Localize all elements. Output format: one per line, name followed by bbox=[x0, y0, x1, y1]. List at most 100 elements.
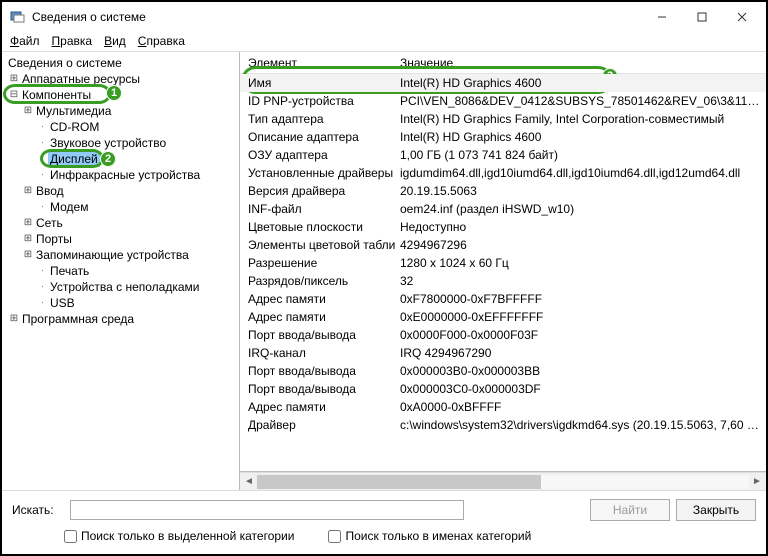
grid-row[interactable]: Разрешение1280 x 1024 x 60 Гц bbox=[240, 254, 766, 272]
cell-element: Адрес памяти bbox=[240, 310, 396, 324]
menu-view[interactable]: Вид bbox=[104, 34, 126, 48]
tree-input[interactable]: ⊞Ввод bbox=[6, 183, 239, 199]
tree-problem-devices[interactable]: ·Устройства с неполадками bbox=[6, 279, 239, 295]
cell-value: 4294967296 bbox=[396, 238, 766, 252]
grid-row[interactable]: Цветовые плоскостиНедоступно bbox=[240, 218, 766, 236]
cell-element: Порт ввода/вывода bbox=[240, 328, 396, 342]
tree-components[interactable]: ⊟Компоненты 1 bbox=[6, 87, 239, 103]
expand-icon[interactable]: ⊞ bbox=[22, 215, 34, 231]
minimize-button[interactable] bbox=[642, 3, 682, 31]
horizontal-scrollbar[interactable]: ◄ ► bbox=[240, 472, 766, 490]
cell-value: 20.19.15.5063 bbox=[396, 184, 766, 198]
scroll-left-icon[interactable]: ◄ bbox=[241, 476, 257, 487]
close-button[interactable] bbox=[722, 3, 762, 31]
tree-infrared[interactable]: ·Инфракрасные устройства bbox=[6, 167, 239, 183]
tree-usb[interactable]: ·USB bbox=[6, 295, 239, 311]
grid-row[interactable]: Адрес памяти0xA0000-0xBFFFF bbox=[240, 398, 766, 416]
scroll-thumb[interactable] bbox=[257, 475, 541, 489]
search-input[interactable] bbox=[70, 500, 464, 520]
checkbox-selected-category-input[interactable] bbox=[64, 530, 77, 543]
cell-element: Разрядов/пиксель bbox=[240, 274, 396, 288]
collapse-icon[interactable]: ⊟ bbox=[8, 87, 20, 103]
grid-row[interactable]: Тип адаптераIntel(R) HD Graphics Family,… bbox=[240, 110, 766, 128]
cell-element: Порт ввода/вывода bbox=[240, 382, 396, 396]
find-button[interactable]: Найти bbox=[590, 499, 670, 521]
expand-icon[interactable]: ⊞ bbox=[8, 311, 20, 327]
menu-help[interactable]: Справка bbox=[138, 34, 185, 48]
checkbox-names-only-input[interactable] bbox=[328, 530, 341, 543]
content-area: Сведения о системе ⊞Аппаратные ресурсы ⊟… bbox=[2, 52, 766, 490]
cell-value: Intel(R) HD Graphics 4600 bbox=[396, 76, 766, 90]
grid-row[interactable]: IRQ-каналIRQ 4294967290 bbox=[240, 344, 766, 362]
tree-cdrom[interactable]: ·CD-ROM bbox=[6, 119, 239, 135]
cell-value: 0xA0000-0xBFFFF bbox=[396, 400, 766, 414]
cell-element: Драйвер bbox=[240, 418, 396, 432]
grid-row[interactable]: Драйверc:\windows\system32\drivers\igdkm… bbox=[240, 416, 766, 434]
close-search-button[interactable]: Закрыть bbox=[676, 499, 756, 521]
tree-printing[interactable]: ·Печать bbox=[6, 263, 239, 279]
grid-row[interactable]: Порт ввода/вывода0x000003C0-0x000003DF bbox=[240, 380, 766, 398]
cell-value: 1280 x 1024 x 60 Гц bbox=[396, 256, 766, 270]
tree-sound[interactable]: ·Звуковое устройство bbox=[6, 135, 239, 151]
grid-row[interactable]: Версия драйвера20.19.15.5063 bbox=[240, 182, 766, 200]
checkbox-selected-category[interactable]: Поиск только в выделенной категории bbox=[64, 529, 294, 543]
cell-value: Intel(R) HD Graphics 4600 bbox=[396, 130, 766, 144]
menubar: Файл Правка Вид Справка bbox=[2, 32, 766, 52]
grid-row[interactable]: Установленные драйверыigdumdim64.dll,igd… bbox=[240, 164, 766, 182]
cell-element: ОЗУ адаптера bbox=[240, 148, 396, 162]
checkbox-names-only[interactable]: Поиск только в именах категорий bbox=[328, 529, 531, 543]
grid-row[interactable]: Порт ввода/вывода0x0000F000-0x0000F03F bbox=[240, 326, 766, 344]
menu-file[interactable]: Файл bbox=[10, 34, 40, 48]
cell-element: ID PNP-устройства bbox=[240, 94, 396, 108]
grid-body[interactable]: ИмяIntel(R) HD Graphics 4600ID PNP-устро… bbox=[240, 74, 766, 471]
cell-value: oem24.inf (раздел iHSWD_w10) bbox=[396, 202, 766, 216]
tree-storage[interactable]: ⊞Запоминающие устройства bbox=[6, 247, 239, 263]
tree-network[interactable]: ⊞Сеть bbox=[6, 215, 239, 231]
tree-hardware[interactable]: ⊞Аппаратные ресурсы bbox=[6, 71, 239, 87]
tree-software[interactable]: ⊞Программная среда bbox=[6, 311, 239, 327]
cell-value: 0x0000F000-0x0000F03F bbox=[396, 328, 766, 342]
cell-element: Версия драйвера bbox=[240, 184, 396, 198]
grid-row[interactable]: INF-файлoem24.inf (раздел iHSWD_w10) bbox=[240, 200, 766, 218]
scroll-right-icon[interactable]: ► bbox=[749, 476, 765, 487]
tree-leaf-icon: · bbox=[36, 295, 48, 311]
search-footer: Искать: Найти Закрыть Поиск только в выд… bbox=[2, 490, 766, 554]
expand-icon[interactable]: ⊞ bbox=[22, 103, 34, 119]
scroll-track[interactable] bbox=[257, 475, 749, 489]
expand-icon[interactable]: ⊞ bbox=[8, 71, 20, 87]
tree-modem[interactable]: ·Модем bbox=[6, 199, 239, 215]
tree-system-summary[interactable]: Сведения о системе bbox=[6, 55, 239, 71]
category-tree[interactable]: Сведения о системе ⊞Аппаратные ресурсы ⊟… bbox=[2, 52, 240, 490]
cell-element: Порт ввода/вывода bbox=[240, 364, 396, 378]
annotation-badge-2: 2 bbox=[100, 151, 116, 167]
details-pane: Элемент Значение 3 ИмяIntel(R) HD Graphi… bbox=[240, 52, 766, 490]
grid-row[interactable]: Элементы цветовой таблицы4294967296 bbox=[240, 236, 766, 254]
cell-value: igdumdim64.dll,igd10iumd64.dll,igd10iumd… bbox=[396, 166, 766, 180]
menu-edit[interactable]: Правка bbox=[52, 34, 93, 48]
grid-row[interactable]: Разрядов/пиксель32 bbox=[240, 272, 766, 290]
details-grid: Элемент Значение 3 ИмяIntel(R) HD Graphi… bbox=[240, 52, 766, 472]
tree-display[interactable]: ·Дисплей 2 bbox=[6, 151, 239, 167]
column-element[interactable]: Элемент bbox=[240, 56, 396, 70]
expand-icon[interactable]: ⊞ bbox=[22, 247, 34, 263]
expand-icon[interactable]: ⊞ bbox=[22, 231, 34, 247]
expand-icon[interactable]: ⊞ bbox=[22, 183, 34, 199]
cell-element: Элементы цветовой таблицы bbox=[240, 238, 396, 252]
grid-row[interactable]: Адрес памяти0xE0000000-0xEFFFFFFF bbox=[240, 308, 766, 326]
tree-ports[interactable]: ⊞Порты bbox=[6, 231, 239, 247]
cell-value: Недоступно bbox=[396, 220, 766, 234]
column-value[interactable]: Значение bbox=[396, 56, 766, 70]
grid-row[interactable]: ИмяIntel(R) HD Graphics 4600 bbox=[240, 74, 766, 92]
grid-header: Элемент Значение 3 bbox=[240, 52, 766, 74]
cell-value: c:\windows\system32\drivers\igdkmd64.sys… bbox=[396, 418, 766, 432]
tree-multimedia[interactable]: ⊞Мультимедиа bbox=[6, 103, 239, 119]
grid-row[interactable]: ОЗУ адаптера1,00 ГБ (1 073 741 824 байт) bbox=[240, 146, 766, 164]
cell-element: IRQ-канал bbox=[240, 346, 396, 360]
maximize-button[interactable] bbox=[682, 3, 722, 31]
cell-value: IRQ 4294967290 bbox=[396, 346, 766, 360]
grid-row[interactable]: ID PNP-устройстваPCI\VEN_8086&DEV_0412&S… bbox=[240, 92, 766, 110]
grid-row[interactable]: Адрес памяти0xF7800000-0xF7BFFFFF bbox=[240, 290, 766, 308]
grid-row[interactable]: Порт ввода/вывода0x000003B0-0x000003BB bbox=[240, 362, 766, 380]
cell-element: Адрес памяти bbox=[240, 400, 396, 414]
grid-row[interactable]: Описание адаптераIntel(R) HD Graphics 46… bbox=[240, 128, 766, 146]
